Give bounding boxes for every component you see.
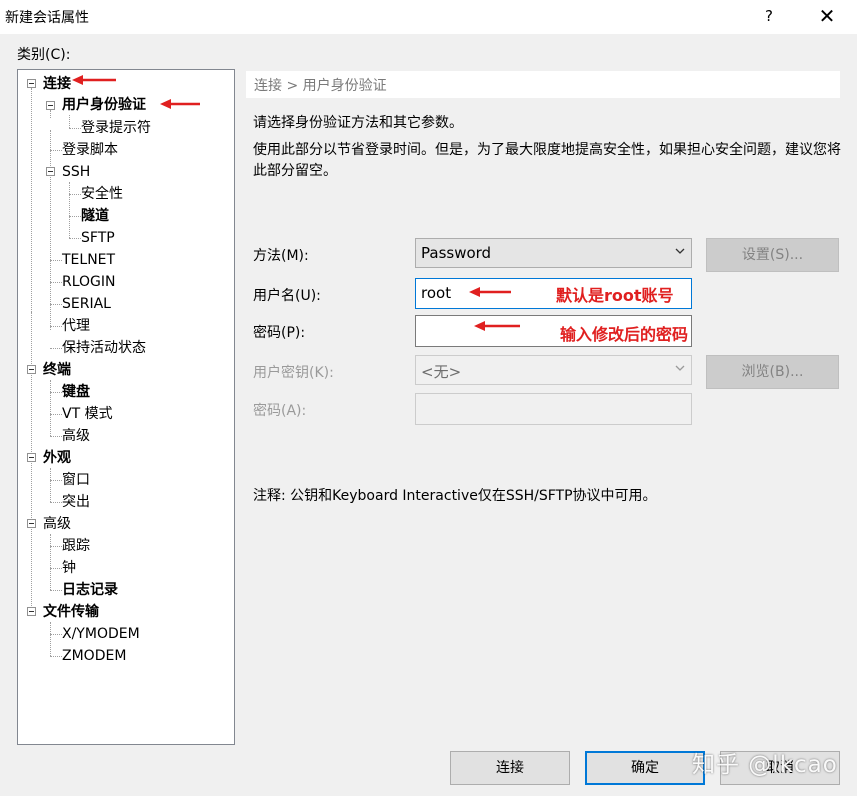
connect-button[interactable]: 连接: [450, 751, 570, 785]
tree-item-window[interactable]: 窗口: [62, 470, 90, 490]
chevron-down-icon: [675, 365, 685, 371]
expander-file-transfer[interactable]: [27, 607, 36, 616]
tree-item-proxy[interactable]: 代理: [62, 316, 90, 336]
expander-ssh[interactable]: [46, 167, 55, 176]
tree-item-login-prompt[interactable]: 登录提示符: [81, 118, 151, 138]
tree-item-file-transfer[interactable]: 文件传输: [43, 602, 99, 622]
watermark: 知乎 @lkcao: [692, 752, 838, 778]
userkey-label: 用户密钥(K):: [253, 365, 334, 381]
userkey-select[interactable]: <无>: [415, 355, 692, 385]
annotation-username-hint: 默认是root账号: [556, 286, 674, 305]
tree-item-serial[interactable]: SERIAL: [62, 294, 111, 314]
close-button[interactable]: ✕: [812, 2, 842, 30]
tree-item-appearance[interactable]: 外观: [43, 448, 71, 468]
tree-item-sftp[interactable]: SFTP: [81, 228, 115, 248]
method-label: 方法(M):: [253, 248, 309, 264]
window-title: 新建会话属性: [5, 10, 89, 26]
passphrase-field[interactable]: [415, 393, 692, 425]
expander-advanced[interactable]: [27, 519, 36, 528]
description-line-2: 使用此部分以节省登录时间。但是，为了最大限度地提高安全性，如果担心安全问题，建议…: [253, 142, 841, 179]
expander-user-auth[interactable]: [46, 101, 55, 110]
tree-item-bell[interactable]: 钟: [62, 558, 76, 578]
tree-item-login-script[interactable]: 登录脚本: [62, 140, 118, 160]
tree-item-keyboard[interactable]: 键盘: [62, 382, 90, 402]
passphrase-label: 密码(A):: [253, 403, 307, 419]
chevron-down-icon: [675, 248, 685, 254]
settings-button[interactable]: 设置(S)...: [706, 238, 839, 272]
annotation-arrow-user-auth: [160, 99, 200, 109]
tree-item-vt-mode[interactable]: VT 模式: [62, 404, 113, 424]
username-value: root: [421, 284, 452, 302]
category-tree[interactable]: 连接 用户身份验证 登录提示符 登录脚本 SSH 安全性 隧道 SFTP TEL…: [17, 69, 235, 745]
tree-item-user-auth[interactable]: 用户身份验证: [62, 95, 146, 115]
tree-item-rlogin[interactable]: RLOGIN: [62, 272, 116, 292]
tree-item-keepalive[interactable]: 保持活动状态: [62, 338, 146, 358]
tree-item-advanced[interactable]: 高级: [43, 514, 71, 534]
help-button[interactable]: ?: [758, 4, 780, 28]
expander-appearance[interactable]: [27, 453, 36, 462]
annotation-arrow-username: [469, 287, 511, 297]
tree-item-terminal[interactable]: 终端: [43, 360, 71, 380]
tree-item-security[interactable]: 安全性: [81, 184, 123, 204]
tree-item-advanced-term[interactable]: 高级: [62, 426, 90, 446]
browse-button[interactable]: 浏览(B)...: [706, 355, 839, 389]
expander-connection[interactable]: [27, 79, 36, 88]
tree-item-xymodem[interactable]: X/YMODEM: [62, 624, 140, 644]
annotation-password-hint: 输入修改后的密码: [560, 325, 689, 344]
tree-item-telnet[interactable]: TELNET: [62, 250, 115, 270]
description-line-1: 请选择身份验证方法和其它参数。: [253, 115, 463, 131]
password-label: 密码(P):: [253, 325, 306, 341]
tree-item-ssh[interactable]: SSH: [62, 162, 90, 182]
method-select[interactable]: Password: [415, 238, 692, 268]
tree-item-highlight[interactable]: 突出: [62, 492, 90, 512]
ok-button[interactable]: 确定: [585, 751, 705, 785]
userkey-value: <无>: [421, 363, 462, 381]
expander-terminal[interactable]: [27, 365, 36, 374]
breadcrumb-bar: 连接 > 用户身份验证: [246, 71, 840, 98]
tree-item-zmodem[interactable]: ZMODEM: [62, 646, 126, 666]
annotation-arrow-password: [474, 321, 520, 331]
tree-item-tunnel[interactable]: 隧道: [81, 206, 109, 226]
category-label: 类别(C):: [17, 47, 71, 63]
breadcrumb: 连接 > 用户身份验证: [254, 78, 387, 94]
username-label: 用户名(U):: [253, 288, 321, 304]
title-bar: 新建会话属性 ? ✕: [0, 0, 857, 34]
note-text: 注释: 公钥和Keyboard Interactive仅在SSH/SFTP协议中…: [253, 488, 657, 504]
annotation-arrow-connection: [72, 75, 116, 85]
method-value: Password: [421, 244, 492, 262]
tree-item-connection[interactable]: 连接: [43, 74, 71, 94]
tree-item-logging[interactable]: 日志记录: [62, 580, 118, 600]
tree-item-trace[interactable]: 跟踪: [62, 536, 90, 556]
